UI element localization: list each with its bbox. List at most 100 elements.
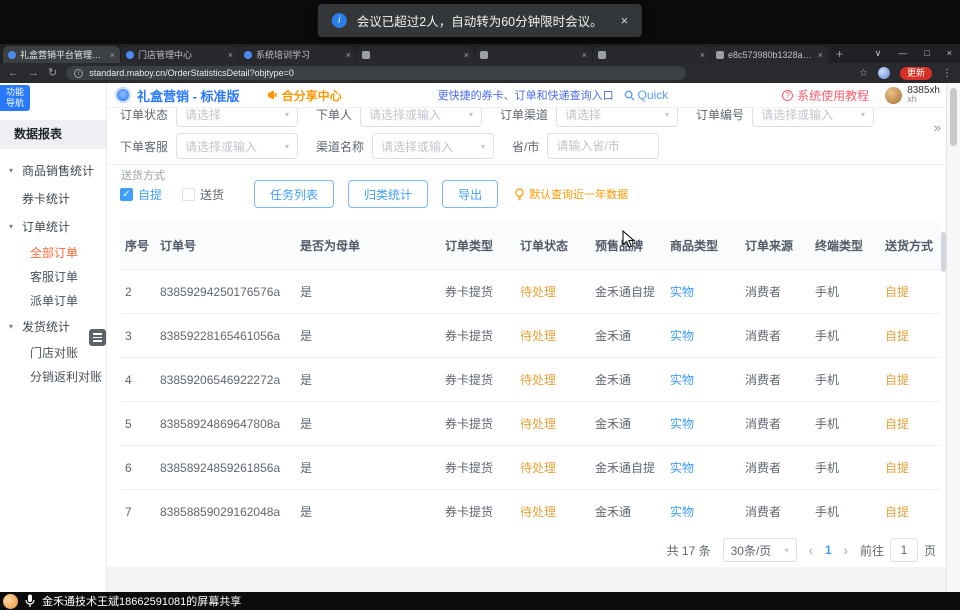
window-close-button[interactable]: ×: [947, 48, 952, 58]
url-bar[interactable]: i standard.maboy.cn/OrderStatisticsDetai…: [66, 66, 686, 80]
browser-tab[interactable]: ×: [593, 46, 710, 63]
content: 订单状态 请选择 ▾ 下单人 请选择或输入 ▾: [107, 107, 946, 592]
browser-menu-icon[interactable]: ⋮: [942, 68, 952, 79]
refresh-icon[interactable]: ↻: [48, 68, 57, 79]
table-row[interactable]: 5 83858924869647808a 是 券卡提货 待处理 金禾通 实物 消…: [120, 402, 941, 446]
cell-terminal: 手机: [810, 283, 880, 300]
sidebar-collapse-handle[interactable]: [89, 329, 106, 346]
screen: 礼盒营销平台管理中心 × 门店管理中心 × 系统培训学习 × × ×: [0, 0, 960, 610]
cell-delivery: 自提: [880, 459, 941, 476]
next-page-button[interactable]: ›: [844, 543, 848, 558]
tutorial-link[interactable]: ? 系统使用教程: [782, 87, 869, 104]
browser-tab[interactable]: ×: [357, 46, 474, 63]
app-logo-icon: [115, 87, 131, 103]
category-stats-button[interactable]: 归类统计: [348, 180, 428, 208]
browser-tab[interactable]: 门店管理中心 ×: [121, 46, 238, 63]
browser-tab[interactable]: e8c573980b1328a258fd2e6… ×: [711, 46, 828, 63]
tab-close-icon[interactable]: ×: [346, 50, 351, 60]
tab-search-icon[interactable]: ∨: [875, 48, 882, 59]
quick-search-link[interactable]: Quick: [624, 88, 669, 102]
filter-row-1: 订单状态 请选择 ▾ 下单人 请选择或输入 ▾: [120, 107, 874, 127]
province-city-input[interactable]: [547, 133, 659, 159]
new-tab-button[interactable]: +: [836, 47, 843, 61]
filter-label: 订单状态: [120, 107, 168, 123]
cell-goods-type: 实物: [665, 327, 740, 344]
window-minimize-button[interactable]: —: [898, 48, 907, 58]
user-menu[interactable]: 8385xh xh: [885, 86, 940, 104]
pickup-checkbox[interactable]: ✓ 自提: [120, 186, 162, 203]
browser-tab[interactable]: 礼盒营销平台管理中心 ×: [3, 46, 120, 63]
bookmark-star-icon[interactable]: ☆: [859, 68, 868, 79]
megaphone-icon: [266, 89, 278, 101]
delivery-checkbox[interactable]: 送货: [182, 186, 224, 203]
browser-tab[interactable]: ×: [475, 46, 592, 63]
select-placeholder: 请选择: [185, 107, 221, 123]
filter-select[interactable]: 请选择或输入 ▾: [176, 133, 298, 159]
pagination: 共 17 条 30条/页 ▾ ‹ 1 › 前往 页: [667, 537, 936, 563]
table-row[interactable]: 2 83859294250176576a 是 券卡提货 待处理 金禾通自提 实物…: [120, 270, 941, 314]
forward-icon[interactable]: →: [28, 68, 39, 79]
goto-page-input[interactable]: [890, 538, 918, 562]
sidebar-item[interactable]: ▾ 商品销售统计: [0, 156, 106, 184]
cell-order-no: 83859294250176576a: [155, 285, 295, 299]
sidebar-item[interactable]: 券卡统计: [0, 184, 106, 212]
back-icon[interactable]: ←: [8, 68, 19, 79]
sidebar-item[interactable]: 派单订单: [0, 288, 106, 312]
tab-close-icon[interactable]: ×: [582, 50, 587, 60]
sidebar-item[interactable]: ▾ 订单统计: [0, 212, 106, 240]
filter-field: 省/市: [512, 133, 659, 159]
chevron-down-icon: ▾: [785, 546, 789, 555]
filter-select[interactable]: 请选择或输入 ▾: [360, 107, 482, 127]
tab-close-icon[interactable]: ×: [818, 50, 823, 60]
filter-select[interactable]: 请选择 ▾: [176, 107, 298, 127]
browser-tab[interactable]: 系统培训学习 ×: [239, 46, 356, 63]
column-header: 订单状态: [515, 237, 590, 254]
tab-title: 礼盒营销平台管理中心: [20, 48, 106, 61]
chevron-down-icon: ▾: [469, 110, 473, 119]
function-nav-toggle[interactable]: 功能 导航: [0, 85, 30, 111]
browser-update-button[interactable]: 更新: [900, 67, 932, 80]
tab-close-icon[interactable]: ×: [110, 50, 115, 60]
cell-order-type: 券卡提货: [440, 327, 515, 344]
site-info-icon[interactable]: i: [74, 69, 83, 78]
export-button[interactable]: 导出: [442, 180, 498, 208]
cell-is-parent: 是: [295, 503, 440, 520]
cell-source: 消费者: [740, 415, 810, 432]
cell-order-no: 83859206546922272a: [155, 373, 295, 387]
prev-page-button[interactable]: ‹: [809, 543, 813, 558]
window-maximize-button[interactable]: □: [924, 48, 929, 58]
scrollbar-thumb[interactable]: [950, 88, 957, 146]
sidebar-item[interactable]: 客服订单: [0, 264, 106, 288]
task-list-button[interactable]: 任务列表: [254, 180, 334, 208]
tab-close-icon[interactable]: ×: [700, 50, 705, 60]
tab-close-icon[interactable]: ×: [228, 50, 233, 60]
table-row[interactable]: 6 83858924859261856a 是 券卡提货 待处理 金禾通自提 实物…: [120, 446, 941, 490]
sidebar-item-label: 券卡统计: [22, 190, 70, 207]
select-placeholder: 请选择或输入: [381, 138, 453, 155]
question-icon: ?: [782, 90, 793, 101]
username-sub: xh: [907, 95, 940, 104]
toast-close-icon[interactable]: ×: [621, 13, 629, 28]
sidebar-item[interactable]: 全部订单: [0, 240, 106, 264]
content-footer-background: [107, 567, 946, 592]
filter-select[interactable]: 请选择 ▾: [556, 107, 678, 127]
cell-status: 待处理: [515, 283, 590, 300]
table-row[interactable]: 4 83859206546922272a 是 券卡提货 待处理 金禾通 实物 消…: [120, 358, 941, 402]
browser-profile-avatar[interactable]: [878, 67, 890, 79]
filter-select[interactable]: 请选择或输入 ▾: [372, 133, 494, 159]
sidebar-item[interactable]: 分销返利对账: [0, 364, 106, 388]
app-title: 礼盒营销 - 标准版: [137, 86, 240, 105]
cell-status: 待处理: [515, 371, 590, 388]
page-size-select[interactable]: 30条/页 ▾: [723, 538, 797, 562]
filter-field: 下单客服 请选择或输入 ▾: [120, 133, 298, 159]
share-center-link[interactable]: 合分享中心: [266, 87, 342, 104]
page-scrollbar[interactable]: [946, 83, 960, 592]
expand-filters-icon[interactable]: »: [934, 120, 940, 135]
filter-select[interactable]: 请选择或输入 ▾: [752, 107, 874, 127]
table-row[interactable]: 3 83859228165461056a 是 券卡提货 待处理 金禾通 实物 消…: [120, 314, 941, 358]
tab-close-icon[interactable]: ×: [464, 50, 469, 60]
cell-terminal: 手机: [810, 371, 880, 388]
table-row[interactable]: 7 83858859029162048a 是 券卡提货 待处理 金禾通 实物 消…: [120, 490, 941, 527]
current-page[interactable]: 1: [825, 543, 832, 557]
quick-entry-link[interactable]: 更快捷的券卡、订单和快递查询入口: [438, 87, 614, 103]
